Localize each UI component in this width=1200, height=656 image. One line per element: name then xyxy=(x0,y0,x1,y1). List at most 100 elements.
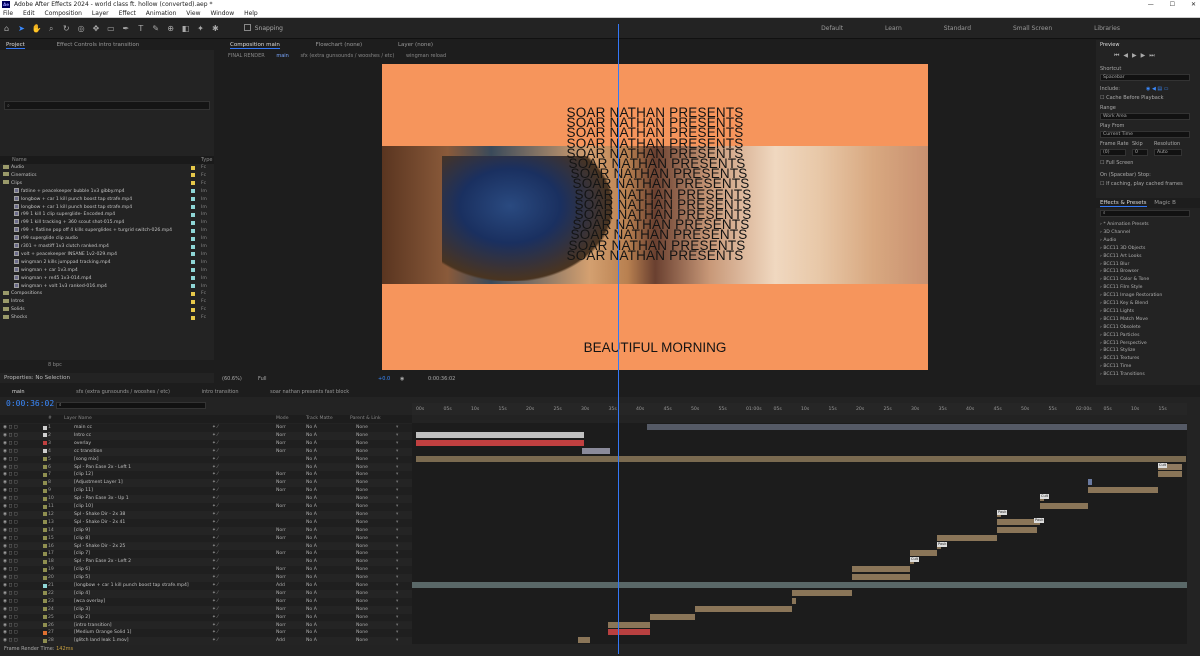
layer-marker[interactable]: Pauk xyxy=(997,509,1008,515)
effects-category[interactable]: › BCC11 Browser xyxy=(1100,269,1139,274)
project-file[interactable]: r99 superglide clip audio Im xyxy=(0,235,214,243)
layer-label-color[interactable] xyxy=(43,528,47,533)
layer-switches[interactable]: ✦ ⁄ xyxy=(212,527,218,535)
visibility-eye-icon[interactable]: ◉ ◻ ◻ xyxy=(3,471,18,479)
visibility-eye-icon[interactable]: ◉ ◻ ◻ xyxy=(3,558,18,566)
track-matte[interactable]: No A xyxy=(306,622,317,630)
layer-label-color[interactable] xyxy=(43,551,47,556)
label-color-swatch[interactable] xyxy=(191,212,195,217)
label-color-swatch[interactable] xyxy=(191,165,195,170)
track-matte[interactable]: No A xyxy=(306,606,317,614)
effects-category[interactable]: › BCC11 Obsolete xyxy=(1100,325,1141,330)
parent-dropdown-icon[interactable]: ▾ xyxy=(396,495,398,503)
parent-link[interactable]: None xyxy=(356,606,368,614)
track-matte[interactable]: No A xyxy=(306,637,317,645)
layer-label-color[interactable] xyxy=(43,607,47,612)
project-folder[interactable]: Cinematics Fc xyxy=(0,172,214,180)
parent-link[interactable]: None xyxy=(356,479,368,487)
parent-link[interactable]: None xyxy=(356,574,368,582)
layer-duration-bar[interactable] xyxy=(650,613,695,620)
layer-label-color[interactable] xyxy=(43,480,47,485)
layer-label-color[interactable] xyxy=(43,512,47,517)
track-matte[interactable]: No A xyxy=(306,598,317,606)
full-screen-checkbox[interactable]: ☐ Full Screen xyxy=(1100,160,1133,166)
layer-duration-bar[interactable] xyxy=(997,526,1037,533)
layer-mode[interactable]: Norr xyxy=(276,424,286,432)
effects-search-input[interactable]: ⌕ xyxy=(1100,210,1190,217)
project-folder[interactable]: Intros Fc xyxy=(0,298,214,306)
layer-name[interactable]: main cc xyxy=(74,424,92,432)
layer-mode[interactable]: Norr xyxy=(276,574,286,582)
effects-category[interactable]: › * Animation Presets xyxy=(1100,222,1149,227)
layer-switches[interactable]: ✦ ⁄ xyxy=(212,637,218,645)
layer-duration-bar[interactable] xyxy=(647,424,1187,430)
layer-row[interactable]: ◉ ◻ ◻ 6 Spl - Pan Ease 2x - Left 1 ✦ ⁄ No A… xyxy=(0,463,412,472)
selection-tool-icon[interactable]: ➤ xyxy=(17,24,26,33)
effects-category[interactable]: › BCC11 Transitions xyxy=(1100,372,1145,377)
track-matte[interactable]: No A xyxy=(306,543,317,551)
layer-label-color[interactable] xyxy=(43,567,47,572)
parent-link[interactable]: None xyxy=(356,535,368,543)
parent-dropdown-icon[interactable]: ▾ xyxy=(396,448,398,456)
layer-name[interactable]: [clip 10] xyxy=(74,503,93,511)
effects-category[interactable]: › BCC11 Key & Blend xyxy=(1100,301,1148,306)
workspace-default[interactable]: Default xyxy=(821,25,843,32)
layer-row[interactable]: ◉ ◻ ◻ 18 Spl - Pan Ease 2x - Left 2 ✦ ⁄ No … xyxy=(0,558,412,567)
layer-mode[interactable]: Norr xyxy=(276,614,286,622)
track-matte[interactable]: No A xyxy=(306,471,317,479)
parent-link[interactable]: None xyxy=(356,629,368,637)
track-matte[interactable]: No A xyxy=(306,574,317,582)
label-color-swatch[interactable] xyxy=(191,291,195,296)
menu-edit[interactable]: Edit xyxy=(23,10,35,17)
layer-switches[interactable]: ✦ ⁄ xyxy=(212,424,218,432)
layer-switches[interactable]: ✦ ⁄ xyxy=(212,629,218,637)
layer-duration-bar[interactable] xyxy=(412,582,1187,588)
layer-switches[interactable]: ✦ ⁄ xyxy=(212,471,218,479)
layer-name[interactable]: overlay xyxy=(74,440,91,448)
layer-duration-bar[interactable] xyxy=(1158,471,1182,478)
layer-row[interactable]: ◉ ◻ ◻ 16 Spl - Shake Dir - 2x 25 ✦ ⁄ No A No… xyxy=(0,542,412,551)
layer-duration-bar[interactable] xyxy=(1088,479,1092,486)
pen-tool-icon[interactable]: ✒ xyxy=(121,24,130,33)
label-color-swatch[interactable] xyxy=(191,276,195,281)
layer-mode[interactable]: Norr xyxy=(276,503,286,511)
track-matte[interactable]: No A xyxy=(306,503,317,511)
layer-switches[interactable]: ✦ ⁄ xyxy=(212,566,218,574)
track-matte[interactable]: No A xyxy=(306,487,317,495)
layer-duration-bar[interactable] xyxy=(937,534,997,541)
parent-dropdown-icon[interactable]: ▾ xyxy=(396,543,398,551)
parent-dropdown-icon[interactable]: ▾ xyxy=(396,629,398,637)
menu-view[interactable]: View xyxy=(186,10,200,17)
layer-row[interactable]: ◉ ◻ ◻ 23 [wca overlay] ✦ ⁄ Norr No A None ▾ xyxy=(0,597,412,606)
column-track-matte[interactable]: Track Matte xyxy=(306,415,333,423)
parent-dropdown-icon[interactable]: ▾ xyxy=(396,471,398,479)
layer-name[interactable]: [glitch land leak 1.mov] xyxy=(74,637,129,645)
parent-dropdown-icon[interactable]: ▾ xyxy=(396,550,398,558)
layer-duration-bar[interactable] xyxy=(852,566,910,573)
effects-category[interactable]: › BCC11 Blur xyxy=(1100,262,1129,267)
effects-category[interactable]: › Audio xyxy=(1100,238,1116,243)
layer-duration-bar[interactable] xyxy=(1040,503,1088,509)
layer-duration-bar[interactable] xyxy=(416,431,584,438)
layer-name[interactable]: cc transition xyxy=(74,448,102,456)
project-file[interactable]: r99 1 kill tracking + 360 scout shot-015… xyxy=(0,219,214,227)
layer-duration-bar[interactable] xyxy=(910,550,937,557)
breadcrumb-final-render[interactable]: FINAL RENDER xyxy=(228,53,265,59)
layer-label-color[interactable] xyxy=(43,504,47,509)
layer-name[interactable]: [clip 3] xyxy=(74,606,90,614)
playhead[interactable] xyxy=(618,24,619,654)
composition-viewer[interactable]: SOAR NATHAN PRESENTS SOAR NATHAN PRESENTS… xyxy=(382,64,928,370)
track-matte[interactable]: No A xyxy=(306,535,317,543)
layer-name[interactable]: [clip 9] xyxy=(74,527,90,535)
project-file[interactable]: r99 1 kill 1 clip superglide- Encoded.mp… xyxy=(0,211,214,219)
column-parent[interactable]: Parent & Link xyxy=(350,415,381,423)
clone-tool-icon[interactable]: ⊕ xyxy=(166,24,175,33)
parent-dropdown-icon[interactable]: ▾ xyxy=(396,440,398,448)
layer-label-color[interactable] xyxy=(43,536,47,541)
visibility-eye-icon[interactable]: ◉ ◻ ◻ xyxy=(3,424,18,432)
visibility-eye-icon[interactable]: ◉ ◻ ◻ xyxy=(3,511,18,519)
resolution-select-preview[interactable]: Auto xyxy=(1154,149,1182,156)
layer-mode[interactable]: Norr xyxy=(276,566,286,574)
layer-switches[interactable]: ✦ ⁄ xyxy=(212,550,218,558)
parent-dropdown-icon[interactable]: ▾ xyxy=(396,574,398,582)
